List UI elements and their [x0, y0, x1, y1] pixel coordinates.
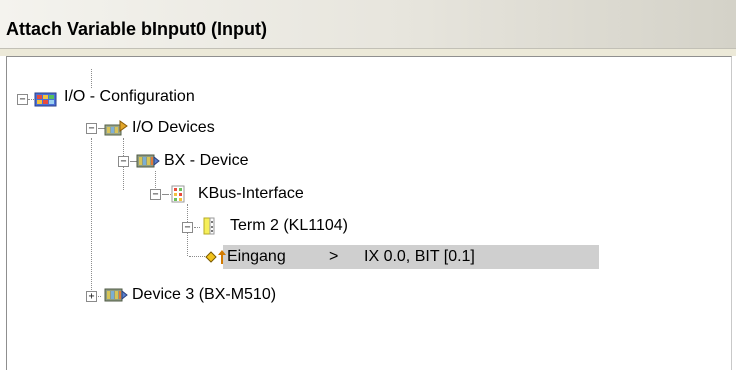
kbus-interface-icon: [168, 185, 192, 203]
tree-node-label[interactable]: Device 3 (BX-M510): [132, 285, 276, 305]
bx-device-icon: [136, 152, 160, 170]
tree-node-label[interactable]: I/O Devices: [132, 118, 215, 138]
io-tree-view[interactable]: − I/O - Configuration − I/O Devices − BX…: [6, 56, 732, 370]
tree-connector: [91, 138, 92, 296]
tree-node-label[interactable]: Eingang: [227, 247, 286, 267]
tree-node-label[interactable]: I/O - Configuration: [64, 87, 195, 107]
collapse-toggle-icon[interactable]: −: [118, 156, 129, 167]
io-devices-icon: [104, 119, 128, 137]
dialog-title: Attach Variable bInput0 (Input): [6, 19, 268, 39]
tree-node-label[interactable]: BX - Device: [164, 151, 248, 171]
tree-node-label[interactable]: Term 2 (KL1104): [230, 216, 348, 236]
dialog-spacer: [0, 49, 736, 56]
variable-address[interactable]: IX 0.0, BIT [0.1]: [364, 247, 475, 267]
device-icon: [104, 286, 128, 304]
dialog-title-bar: Attach Variable bInput0 (Input): [0, 0, 736, 49]
input-variable-icon: [205, 248, 229, 266]
tree-connector: [155, 171, 156, 190]
collapse-toggle-icon[interactable]: −: [150, 189, 161, 200]
io-configuration-icon: [34, 90, 58, 108]
tree-node-label[interactable]: KBus-Interface: [198, 184, 304, 204]
tree-connector: [91, 69, 92, 88]
collapse-toggle-icon[interactable]: −: [17, 94, 28, 105]
terminal-icon: [200, 217, 224, 235]
expand-toggle-icon[interactable]: +: [86, 291, 97, 302]
collapse-toggle-icon[interactable]: −: [182, 222, 193, 233]
mapping-arrow: >: [329, 248, 339, 265]
collapse-toggle-icon[interactable]: −: [86, 123, 97, 134]
